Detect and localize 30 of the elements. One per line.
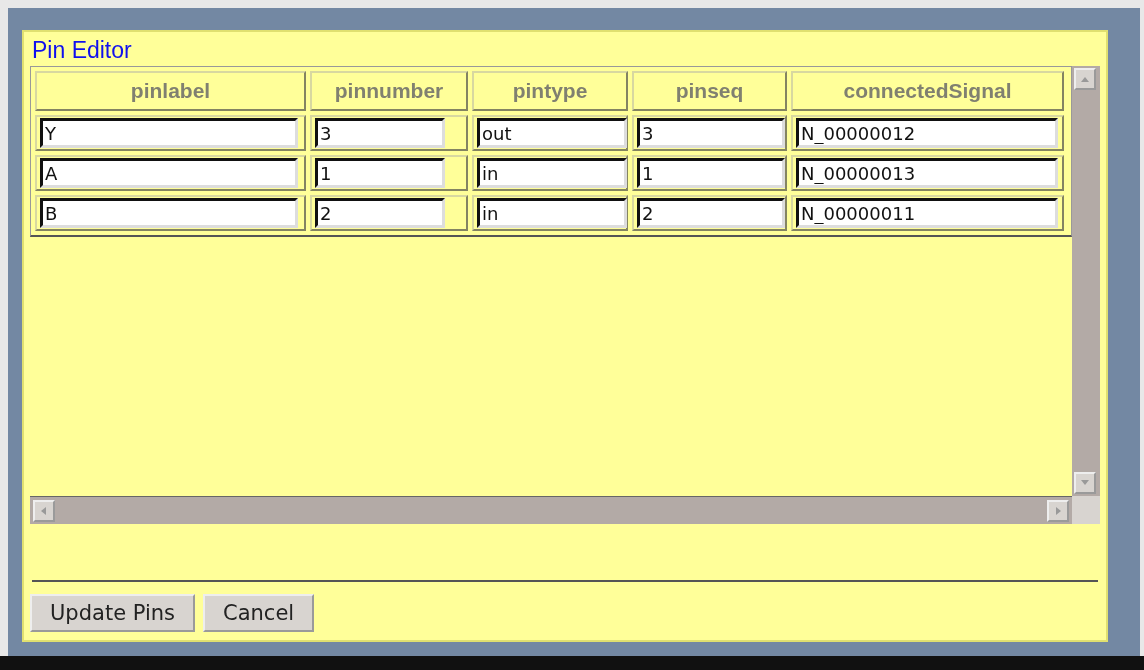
input-field[interactable]: in xyxy=(477,158,627,188)
input-field[interactable]: N_00000011 xyxy=(796,198,1058,228)
cancel-button[interactable]: Cancel xyxy=(203,594,315,632)
input-field[interactable]: 3 xyxy=(637,118,785,148)
scroll-down-button[interactable] xyxy=(1074,472,1096,494)
scroll-left-button[interactable] xyxy=(33,500,55,522)
input-field[interactable]: B xyxy=(40,198,298,228)
input-field[interactable]: N_00000012 xyxy=(796,118,1058,148)
input-field[interactable]: N_00000013 xyxy=(796,158,1058,188)
input-field[interactable]: in xyxy=(477,198,627,228)
column-header: pintype xyxy=(472,71,628,111)
input-field[interactable]: 2 xyxy=(637,198,785,228)
input-field[interactable]: A xyxy=(40,158,298,188)
input-field[interactable]: 3 xyxy=(315,118,445,148)
scroll-up-button[interactable] xyxy=(1074,68,1096,90)
column-header: pinnumber xyxy=(310,71,468,111)
dialog-title: Pin Editor xyxy=(32,36,132,64)
update-pins-button[interactable]: Update Pins xyxy=(30,594,195,632)
scroll-right-button[interactable] xyxy=(1047,500,1069,522)
scrollbar-corner xyxy=(1072,496,1100,524)
input-field[interactable]: 1 xyxy=(637,158,785,188)
input-field[interactable]: out xyxy=(477,118,627,148)
input-field[interactable]: 2 xyxy=(315,198,445,228)
column-header: connectedSignal xyxy=(791,71,1064,111)
vertical-scrollbar[interactable] xyxy=(1072,66,1100,496)
column-header: pinseq xyxy=(632,71,787,111)
horizontal-scrollbar[interactable] xyxy=(30,496,1072,524)
input-field[interactable]: Y xyxy=(40,118,298,148)
input-field[interactable]: 1 xyxy=(315,158,445,188)
column-header: pinlabel xyxy=(35,71,306,111)
